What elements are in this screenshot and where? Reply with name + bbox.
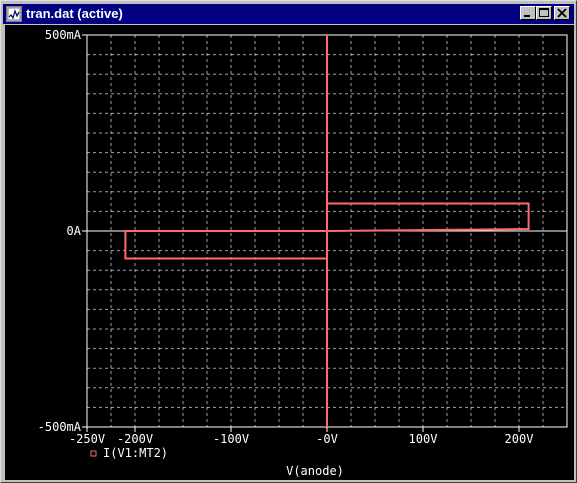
plot-window: tran.dat (active) -250V -200V -100V -0V 100V… <box>0 0 577 483</box>
x-axis-label: V(anode) <box>286 464 344 478</box>
close-icon <box>557 8 567 18</box>
probe-app-icon[interactable] <box>6 6 22 22</box>
y-tick-label: 0A <box>67 224 82 238</box>
x-tick-label: -100V <box>213 432 249 446</box>
maximize-button[interactable] <box>536 6 552 20</box>
chart: -250V -200V -100V -0V 100V 200V 500mA 0A -500mA I… <box>38 28 568 478</box>
y-tick-label: 500mA <box>45 28 82 42</box>
close-button[interactable] <box>554 6 570 20</box>
y-tick-label: -500mA <box>38 420 82 434</box>
legend-label: I(V1:MT2) <box>103 446 168 460</box>
maximize-icon <box>539 8 549 17</box>
window-title: tran.dat (active) <box>26 6 123 21</box>
minimize-button[interactable] <box>520 6 536 20</box>
title-bar[interactable]: tran.dat (active) <box>3 4 574 24</box>
labels: -250V -200V -100V -0V 100V 200V 500mA 0A -500mA I… <box>38 28 534 478</box>
minimize-icon <box>524 15 530 17</box>
x-tick-label: -200V <box>117 432 153 446</box>
x-tick-label: -0V <box>316 432 338 446</box>
legend-marker <box>90 450 97 457</box>
plot-area[interactable]: -250V -200V -100V -0V 100V 200V 500mA 0A -500mA I… <box>5 25 574 480</box>
x-tick-label: 100V <box>409 432 438 446</box>
axes <box>82 34 568 432</box>
x-tick-label: -250V <box>69 432 105 446</box>
x-tick-label: 200V <box>505 432 534 446</box>
